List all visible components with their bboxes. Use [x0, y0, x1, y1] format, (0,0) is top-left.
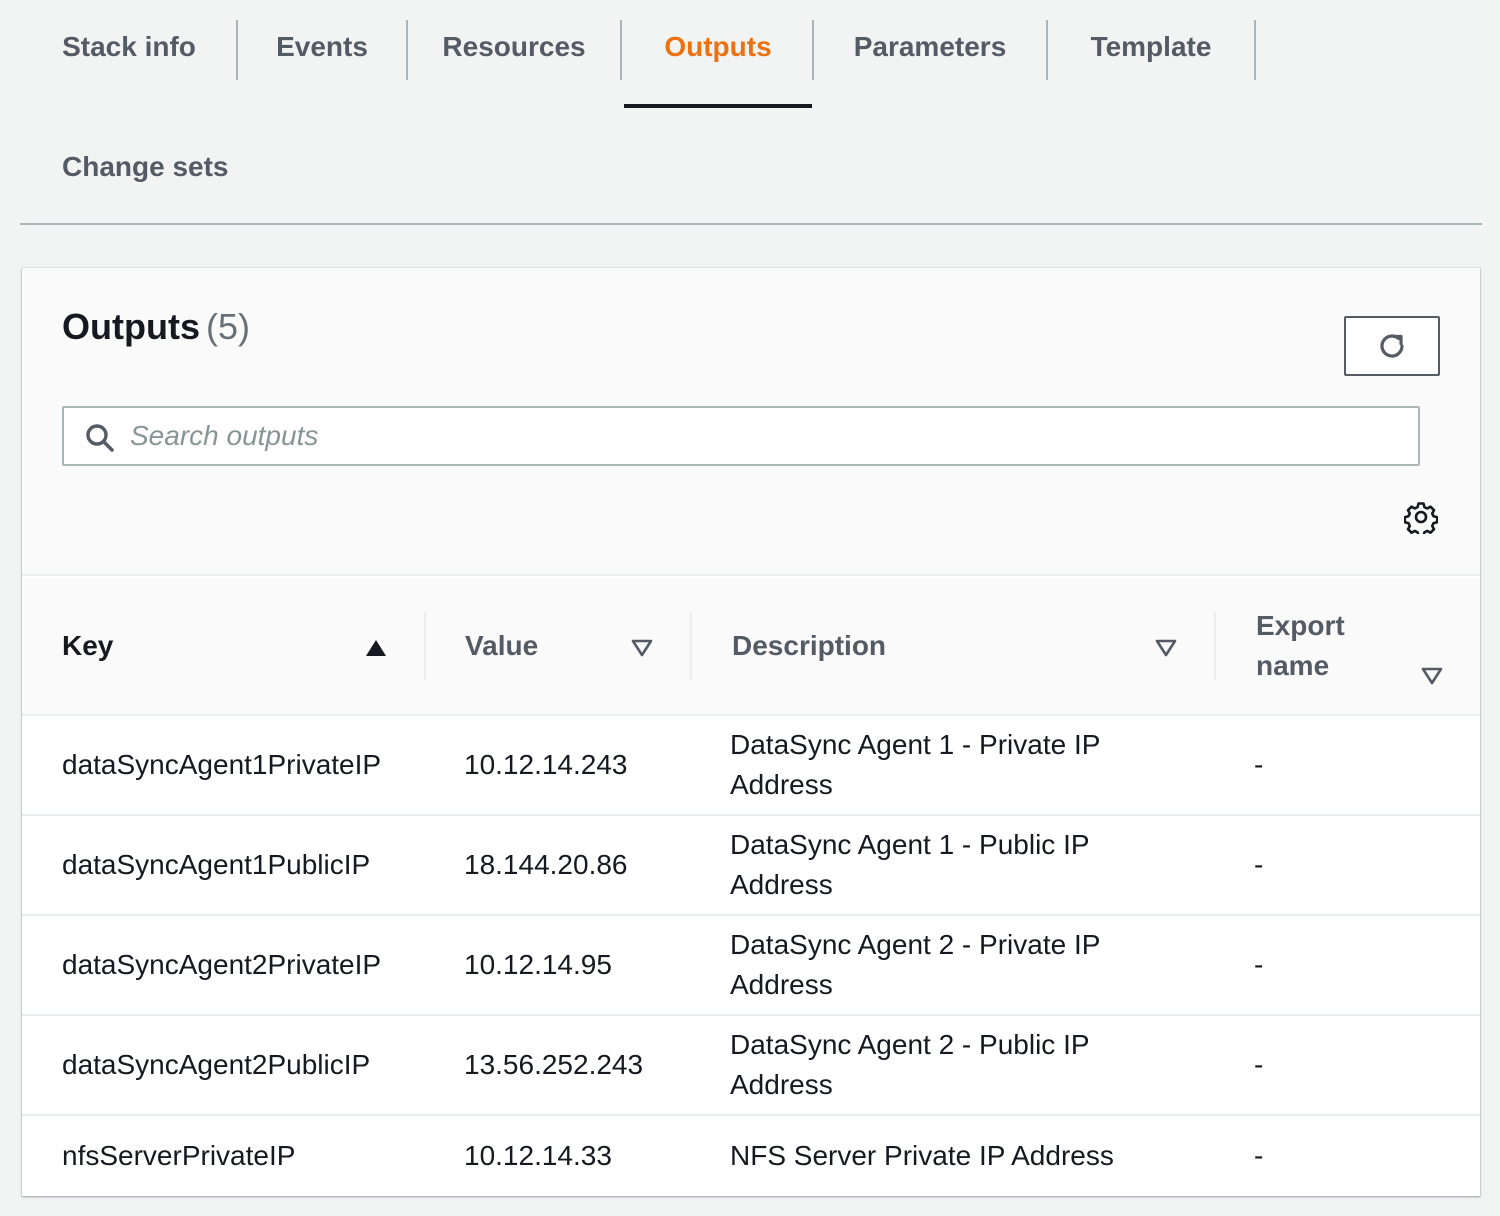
table-row: dataSyncAgent1PrivateIP 10.12.14.243 Dat…: [22, 716, 1480, 816]
column-header-export-name[interactable]: Export name: [1256, 578, 1406, 714]
output-count: (5): [205, 306, 250, 347]
cell-value: 18.144.20.86: [464, 849, 628, 880]
cell-description: NFS Server Private IP Address: [730, 1140, 1114, 1171]
table-header: Key Value Description Export name: [22, 578, 1480, 716]
panel-header: Outputs (5): [22, 268, 1480, 576]
tab-outputs[interactable]: Outputs: [622, 0, 814, 108]
tab-events[interactable]: Events: [238, 0, 406, 108]
tab-divider: [1254, 20, 1256, 80]
tab-resources[interactable]: Resources: [408, 0, 620, 108]
column-header-label: Export: [1256, 610, 1345, 641]
cell-value: 10.12.14.243: [464, 749, 628, 780]
cell-export-name: -: [1254, 849, 1264, 880]
sort-descending-icon[interactable]: [631, 638, 653, 658]
outputs-panel: Outputs(5) Key: [22, 268, 1480, 1196]
panel-title: Outputs (5): [62, 306, 250, 348]
search-input[interactable]: [130, 408, 1410, 464]
table-row: dataSyncAgent2PrivateIP 10.12.14.95 Data…: [22, 916, 1480, 1016]
cell-description: DataSync Agent 1 - Private IP Address: [730, 729, 1100, 800]
cell-key: nfsServerPrivateIP: [62, 1140, 296, 1171]
column-header-label: Key: [62, 630, 114, 661]
cell-value: 10.12.14.33: [464, 1140, 612, 1171]
tab-template[interactable]: Template: [1048, 0, 1254, 108]
sort-descending-icon[interactable]: [1421, 666, 1443, 686]
table-row: dataSyncAgent2PublicIP 13.56.252.243 Dat…: [22, 1016, 1480, 1116]
cell-export-name: -: [1254, 1140, 1264, 1171]
cell-key: dataSyncAgent1PrivateIP: [62, 749, 382, 780]
column-header-label: Value: [465, 630, 539, 661]
column-divider: [1214, 612, 1216, 680]
cell-key: dataSyncAgent1PublicIP: [62, 849, 371, 880]
tabs-divider: [20, 223, 1482, 225]
sort-ascending-icon[interactable]: [365, 638, 387, 658]
sort-descending-icon[interactable]: [1155, 638, 1177, 658]
table-row: nfsServerPrivateIP 10.12.14.33 NFS Serve…: [22, 1116, 1480, 1196]
cell-key: dataSyncAgent2PrivateIP: [62, 949, 382, 980]
cell-export-name: -: [1254, 1049, 1264, 1080]
cell-description: DataSync Agent 1 - Public IP Address: [730, 829, 1090, 900]
search-box: [62, 406, 1420, 466]
search-icon: [86, 424, 114, 452]
gear-icon[interactable]: [1404, 500, 1438, 534]
cell-key: dataSyncAgent2PublicIP: [62, 1049, 371, 1080]
column-divider: [690, 612, 692, 680]
cell-description: DataSync Agent 2 - Private IP Address: [730, 929, 1100, 1000]
tab-stack-info[interactable]: Stack info: [36, 0, 222, 108]
cell-export-name: -: [1254, 749, 1264, 780]
column-header-label: Description: [732, 630, 887, 661]
tab-bar: Stack info Events Resources Outputs Para…: [20, 0, 1260, 108]
column-header-description[interactable]: Description: [732, 578, 1132, 714]
refresh-icon: [1380, 334, 1404, 358]
cell-description: DataSync Agent 2 - Public IP Address: [730, 1029, 1090, 1100]
cell-value: 10.12.14.95: [464, 949, 612, 980]
cell-value: 13.56.252.243: [464, 1049, 644, 1080]
column-header-label: name: [1256, 650, 1330, 681]
refresh-button[interactable]: [1344, 316, 1440, 376]
panel-title-text: Outputs: [62, 306, 200, 347]
cell-export-name: -: [1254, 949, 1264, 980]
table-row: dataSyncAgent1PublicIP 18.144.20.86 Data…: [22, 816, 1480, 916]
tab-parameters[interactable]: Parameters: [814, 0, 1046, 108]
tab-change-sets[interactable]: Change sets: [62, 126, 229, 208]
column-divider: [424, 612, 426, 680]
